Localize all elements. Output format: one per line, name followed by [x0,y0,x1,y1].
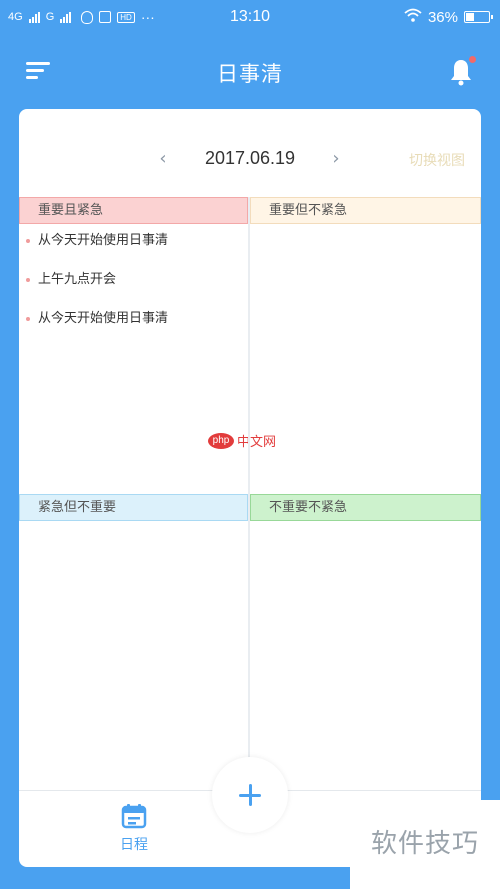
site-watermark: php 中文网 [208,431,276,450]
switch-view-button[interactable]: 切换视图 [409,150,465,170]
task-item[interactable]: 上午九点开会 [19,270,248,309]
page-title: 日事清 [217,62,283,86]
bullet-icon [26,317,30,321]
task-list-important-urgent: 从今天开始使用日事清 上午九点开会 从今天开始使用日事清 [19,231,248,348]
quadrant-header-urgent-not-important[interactable]: 紧急但不重要 [19,494,248,521]
task-label: 从今天开始使用日事清 [38,311,169,326]
main-card: ‹ 2017.06.19 › 切换视图 重要且紧急 重要但不紧急 从今天开始使用… [19,109,481,867]
corner-watermark: 软件技巧 [350,800,500,889]
task-item[interactable]: 从今天开始使用日事清 [19,231,248,270]
task-item[interactable]: 从今天开始使用日事清 [19,309,248,348]
next-date-button[interactable]: › [325,147,347,173]
task-label: 上午九点开会 [38,272,117,287]
notification-dot [469,56,476,63]
add-task-button[interactable] [212,757,288,833]
quadrant-header-important-urgent[interactable]: 重要且紧急 [19,197,248,224]
quadrant-header-important-not-urgent[interactable]: 重要但不紧急 [250,197,481,224]
bullet-icon [26,278,30,282]
battery-icon [464,11,493,23]
task-label: 从今天开始使用日事清 [38,233,169,248]
tab-schedule[interactable]: 日程 [109,799,159,859]
quadrant-header-not-important-not-urgent[interactable]: 不重要不紧急 [250,494,481,521]
battery-percent: 36% [427,8,458,26]
tab-schedule-label: 日程 [120,837,148,853]
watermark-logo: php [208,432,234,449]
vertical-divider [248,197,250,791]
prev-date-button[interactable]: ‹ [152,147,174,173]
watermark-text: 中文网 [237,435,277,450]
wifi-icon [404,8,422,26]
status-right: 36% [404,8,493,26]
app-header: 日事清 [0,36,500,108]
current-date: 2017.06.19 [204,148,296,168]
date-nav: ‹ 2017.06.19 › 切换视图 [19,147,481,173]
bell-icon[interactable] [450,56,476,86]
bullet-icon [26,239,30,243]
calendar-icon [121,803,147,829]
status-bar: 4G G HD ··· 13:10 36% [0,0,500,36]
